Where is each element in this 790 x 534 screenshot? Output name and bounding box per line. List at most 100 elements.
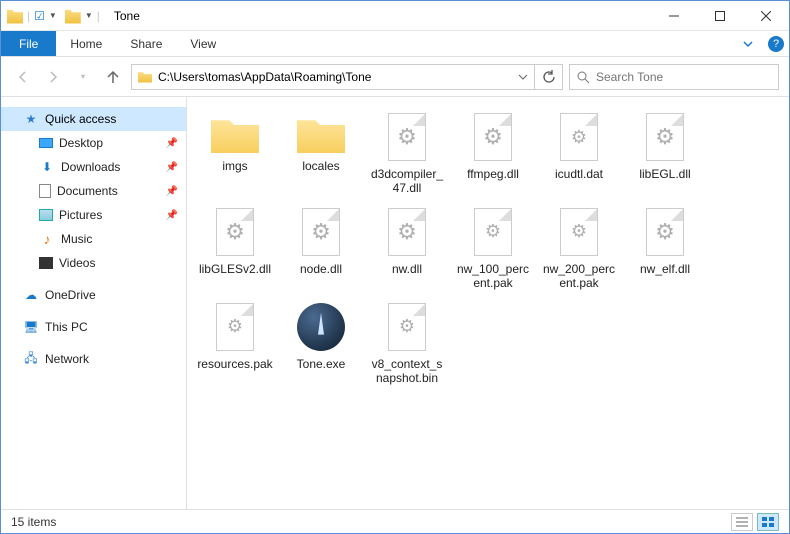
pin-icon: 📌 — [166, 186, 178, 197]
sidebar-item-label: Network — [45, 352, 89, 366]
details-view-button[interactable] — [731, 513, 753, 531]
file-item[interactable]: imgs — [195, 109, 275, 200]
search-input[interactable] — [596, 70, 772, 84]
music-icon: ♪ — [39, 231, 55, 247]
file-item[interactable]: ⚙nw_elf.dll — [625, 204, 705, 295]
sidebar-item-music[interactable]: ♪ Music — [1, 227, 186, 251]
window-title: Tone — [114, 9, 140, 23]
file-item[interactable]: ⚙node.dll — [281, 204, 361, 295]
file-icon: ⚙ — [474, 113, 512, 161]
file-item[interactable]: ⚙ nw_200_percent.pak — [539, 204, 619, 295]
qat-dropdown-icon[interactable]: ▼ — [85, 11, 93, 20]
sidebar-item-label: This PC — [45, 320, 88, 334]
qat-dropdown-icon[interactable]: ▼ — [49, 11, 57, 20]
file-item[interactable]: ⚙ d3dcompiler_47.dll — [367, 109, 447, 200]
file-label: v8_context_snapshot.bin — [369, 357, 445, 386]
qat-divider: | — [97, 9, 100, 23]
help-icon: ? — [768, 36, 784, 52]
file-item[interactable]: ⚙ nw_100_percent.pak — [453, 204, 533, 295]
search-icon — [576, 70, 590, 84]
sidebar-item-label: Videos — [59, 256, 95, 270]
search-box[interactable] — [569, 64, 779, 90]
pc-icon: 🖥 — [23, 319, 39, 335]
sidebar-item-network[interactable]: 🖧 Network — [1, 347, 186, 371]
file-label: libEGL.dll — [639, 167, 690, 181]
videos-icon — [39, 257, 53, 269]
file-icon: ⚙ — [474, 208, 512, 256]
maximize-button[interactable] — [697, 1, 743, 31]
file-menu[interactable]: File — [1, 31, 56, 56]
file-item[interactable]: locales — [281, 109, 361, 200]
file-label: libGLESv2.dll — [199, 262, 271, 276]
sidebar-item-desktop[interactable]: Desktop 📌 — [1, 131, 186, 155]
file-item[interactable]: ⚙libEGL.dll — [625, 109, 705, 200]
refresh-button[interactable] — [535, 64, 563, 90]
folder-icon — [211, 113, 259, 153]
ribbon-expand-icon[interactable] — [733, 31, 763, 56]
address-bar: ▾ — [1, 57, 789, 97]
icons-view-button[interactable] — [757, 513, 779, 531]
sidebar-item-label: Desktop — [59, 136, 103, 150]
file-icon: ⚙ — [560, 208, 598, 256]
file-list[interactable]: imgslocales ⚙ d3dcompiler_47.dll ⚙ ffmpeg.dl… — [187, 97, 789, 509]
address-input[interactable] — [158, 70, 512, 84]
file-label: nw_100_percent.pak — [455, 262, 531, 291]
minimize-button[interactable] — [651, 1, 697, 31]
address-box[interactable] — [131, 64, 535, 90]
nav-pane: ★ Quick access Desktop 📌 ⬇ Downloads 📌 D… — [1, 97, 187, 509]
file-item[interactable]: ⚙ v8_context_snapshot.bin — [367, 299, 447, 390]
ribbon: File Home Share View ? — [1, 31, 789, 57]
file-label: node.dll — [300, 262, 342, 276]
file-label: nw_200_percent.pak — [541, 262, 617, 291]
tab-share[interactable]: Share — [116, 31, 176, 56]
sidebar-item-this-pc[interactable]: 🖥 This PC — [1, 315, 186, 339]
recent-locations-icon[interactable]: ▾ — [71, 65, 95, 89]
file-item[interactable]: ⚙icudtl.dat — [539, 109, 619, 200]
file-icon: ⚙ — [388, 208, 426, 256]
documents-icon — [39, 184, 51, 198]
file-label: d3dcompiler_47.dll — [369, 167, 445, 196]
address-dropdown-icon[interactable] — [518, 72, 528, 82]
file-item[interactable]: ⚙ ffmpeg.dll — [453, 109, 533, 200]
pin-icon: 📌 — [166, 210, 178, 221]
file-item[interactable]: ⚙nw.dll — [367, 204, 447, 295]
up-button[interactable] — [101, 65, 125, 89]
file-item[interactable]: ⚙ libGLESv2.dll — [195, 204, 275, 295]
sidebar-item-downloads[interactable]: ⬇ Downloads 📌 — [1, 155, 186, 179]
file-item[interactable]: ⚙resources.pak — [195, 299, 275, 390]
sidebar-item-label: Documents — [57, 184, 118, 198]
folder-icon — [7, 8, 23, 24]
checkbox-icon[interactable]: ☑ — [34, 9, 45, 23]
file-icon: ⚙ — [388, 113, 426, 161]
file-icon: ⚙ — [388, 303, 426, 351]
pin-icon: 📌 — [166, 138, 178, 149]
file-label: resources.pak — [197, 357, 272, 371]
file-item[interactable]: Tone.exe — [281, 299, 361, 390]
tab-view[interactable]: View — [176, 31, 230, 56]
sidebar-item-label: Pictures — [59, 208, 102, 222]
help-button[interactable]: ? — [763, 31, 789, 56]
close-button[interactable] — [743, 1, 789, 31]
sidebar-item-label: Downloads — [61, 160, 120, 174]
titlebar: | ☑ ▼ ▼ | Tone — [1, 1, 789, 31]
tab-home[interactable]: Home — [56, 31, 116, 56]
folder-icon — [297, 113, 345, 153]
sidebar-item-pictures[interactable]: Pictures 📌 — [1, 203, 186, 227]
back-button[interactable] — [11, 65, 35, 89]
body: ★ Quick access Desktop 📌 ⬇ Downloads 📌 D… — [1, 97, 789, 509]
forward-button[interactable] — [41, 65, 65, 89]
file-label: Tone.exe — [297, 357, 346, 371]
desktop-icon — [39, 138, 53, 148]
sidebar-item-onedrive[interactable]: ☁ OneDrive — [1, 283, 186, 307]
file-icon: ⚙ — [216, 208, 254, 256]
sidebar-item-label: Quick access — [45, 112, 116, 126]
network-icon: 🖧 — [23, 351, 39, 367]
folder-icon — [65, 8, 81, 24]
item-count: 15 items — [11, 515, 56, 529]
exe-icon — [297, 303, 345, 351]
sidebar-item-videos[interactable]: Videos — [1, 251, 186, 275]
sidebar-item-documents[interactable]: Documents 📌 — [1, 179, 186, 203]
sidebar-item-quick-access[interactable]: ★ Quick access — [1, 107, 186, 131]
file-label: ffmpeg.dll — [467, 167, 519, 181]
file-icon: ⚙ — [560, 113, 598, 161]
